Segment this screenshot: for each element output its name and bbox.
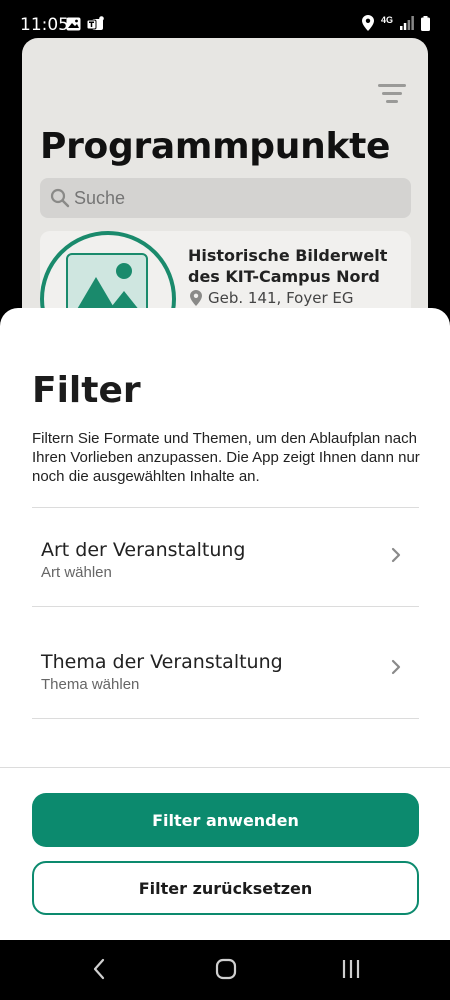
map-pin-icon [190, 290, 202, 306]
nav-back-icon[interactable] [92, 958, 106, 980]
divider [0, 767, 450, 768]
event-location: Geb. 141, Foyer EG [208, 289, 354, 307]
navigation-bar [0, 940, 450, 1000]
search-icon [50, 188, 70, 208]
sheet-title: Filter [32, 370, 141, 411]
page-title: Programmpunkte [40, 126, 391, 167]
nav-recents-icon[interactable] [341, 958, 361, 980]
network-type: 4G [380, 14, 393, 25]
chevron-right-icon [391, 659, 401, 675]
filter-icon[interactable] [378, 84, 406, 106]
nav-home-icon[interactable] [215, 958, 237, 980]
background-screen: Programmpunkte Historische Bilderwelt de… [22, 38, 428, 338]
search-input[interactable] [74, 178, 394, 218]
teams-icon [87, 16, 104, 30]
divider [32, 718, 419, 719]
signal-icon [400, 16, 414, 30]
divider [32, 606, 419, 607]
filter-row-format[interactable]: Art der Veranstaltung Art wählen [32, 507, 419, 607]
gallery-icon [66, 17, 81, 30]
row-title: Thema der Veranstaltung [41, 651, 283, 673]
sheet-description: Filtern Sie Formate und Themen, um den A… [32, 430, 420, 485]
apply-filter-button[interactable]: Filter anwenden [32, 793, 419, 847]
filter-row-topic[interactable]: Thema der Veranstaltung Thema wählen [32, 619, 419, 719]
row-subtitle: Thema wählen [41, 676, 140, 693]
row-title: Art der Veranstaltung [41, 539, 246, 561]
filter-sheet: Filter Filtern Sie Formate und Themen, u… [0, 308, 450, 940]
row-subtitle: Art wählen [41, 564, 112, 581]
event-title: Historische Bilderwelt des KIT-Campus No… [188, 246, 388, 286]
status-time: 11:05 [20, 15, 69, 35]
reset-filter-button[interactable]: Filter zurücksetzen [32, 861, 419, 915]
battery-icon [421, 15, 430, 31]
chevron-right-icon [391, 547, 401, 563]
search-bar[interactable] [40, 178, 411, 218]
location-icon [361, 15, 374, 31]
